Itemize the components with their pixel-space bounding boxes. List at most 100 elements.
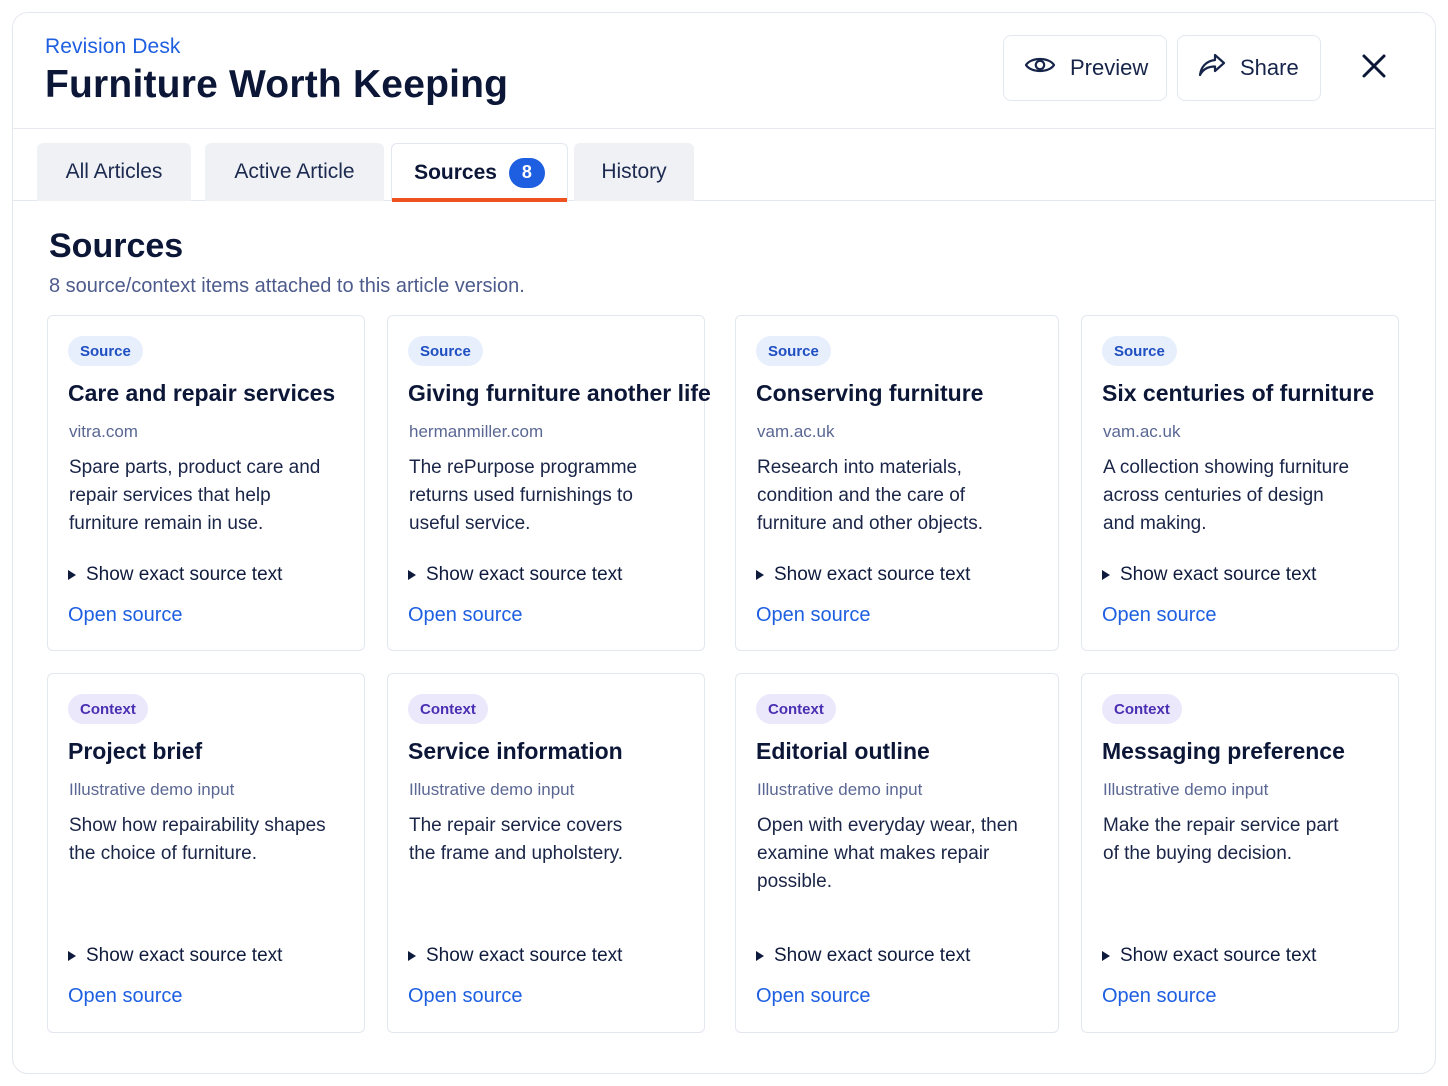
toggle-label: Show exact source text: [426, 945, 623, 966]
card-description: Open with everyday wear, then examine wh…: [757, 812, 1042, 896]
context-card: Context Project brief Illustrative demo …: [47, 673, 365, 1033]
desc-line: condition and the care of: [757, 485, 966, 506]
close-icon: [1361, 53, 1387, 84]
disclosure-triangle-icon: [756, 570, 764, 580]
context-card: Context Editorial outline Illustrative d…: [735, 673, 1059, 1033]
card-description: The rePurpose programme returns used fur…: [409, 454, 688, 538]
share-arrow-icon: [1198, 52, 1226, 84]
desc-line: of the buying decision.: [1103, 843, 1293, 864]
card-domain: vitra.com: [69, 422, 138, 441]
preview-button[interactable]: Preview: [1003, 35, 1167, 101]
card-description: Spare parts, product care and repair ser…: [69, 454, 348, 538]
eye-icon: [1024, 54, 1056, 82]
preview-label: Preview: [1070, 55, 1149, 80]
show-exact-text-toggle[interactable]: Show exact source text: [756, 945, 970, 967]
desc-line: The repair service covers: [409, 815, 623, 836]
card-title: Service information: [408, 738, 623, 764]
desc-line: Research into materials,: [757, 457, 962, 478]
toggle-label: Show exact source text: [774, 945, 971, 966]
card-domain: hermanmiller.com: [409, 422, 544, 441]
section-title: Sources: [49, 227, 184, 265]
disclosure-triangle-icon: [408, 951, 416, 961]
context-type-badge: Context: [756, 694, 836, 724]
source-card: Source Giving furniture another life her…: [387, 315, 711, 651]
card-domain: vam.ac.uk: [1103, 422, 1181, 441]
tab-label: Sources: [414, 160, 497, 184]
tab-active-article[interactable]: Active Article: [205, 143, 384, 201]
close-button[interactable]: [1357, 51, 1391, 85]
tab-all-articles[interactable]: All Articles: [37, 143, 191, 201]
card-title: Editorial outline: [756, 738, 930, 764]
desc-line: examine what makes repair: [757, 843, 990, 864]
tab-label: Active Article: [234, 160, 355, 183]
tab-label: History: [601, 160, 667, 183]
disclosure-triangle-icon: [1102, 570, 1110, 580]
disclosure-triangle-icon: [756, 951, 764, 961]
card-origin: Illustrative demo input: [69, 780, 235, 799]
source-card: Source Six centuries of furniture vam.ac…: [1081, 315, 1399, 651]
open-source-link[interactable]: Open source: [408, 985, 523, 1008]
source-type-badge: Source: [68, 336, 143, 366]
card-origin: Illustrative demo input: [1103, 780, 1269, 799]
show-exact-text-toggle[interactable]: Show exact source text: [68, 945, 282, 967]
desc-line: Spare parts, product care and: [69, 457, 321, 478]
disclosure-triangle-icon: [1102, 951, 1110, 961]
desc-line: Show how repairability shapes: [69, 815, 326, 836]
card-title: Giving furniture another life: [408, 380, 711, 406]
toggle-label: Show exact source text: [1120, 564, 1317, 585]
context-type-badge: Context: [408, 694, 488, 724]
card-title: Project brief: [68, 738, 203, 764]
source-type-badge: Source: [1102, 336, 1177, 366]
desc-line: The rePurpose programme: [409, 457, 638, 478]
toggle-label: Show exact source text: [774, 564, 971, 585]
tab-label: All Articles: [65, 160, 163, 183]
desc-line: A collection showing furniture: [1103, 457, 1350, 478]
toggle-label: Show exact source text: [86, 945, 283, 966]
share-button[interactable]: Share: [1177, 35, 1321, 101]
show-exact-text-toggle[interactable]: Show exact source text: [408, 945, 622, 967]
tab-sources[interactable]: Sources 8: [391, 143, 568, 202]
desc-line: repair services that help: [69, 485, 271, 506]
context-card: Context Service information Illustrative…: [387, 673, 705, 1033]
open-source-link[interactable]: Open source: [756, 604, 871, 627]
open-source-link[interactable]: Open source: [408, 604, 523, 627]
open-source-link[interactable]: Open source: [68, 985, 183, 1008]
toggle-label: Show exact source text: [1120, 945, 1317, 966]
open-source-link[interactable]: Open source: [68, 604, 183, 627]
desc-line: Open with everyday wear, then: [757, 815, 1018, 836]
sources-count-badge: 8: [508, 157, 545, 188]
disclosure-triangle-icon: [68, 951, 76, 961]
open-source-link[interactable]: Open source: [1102, 604, 1217, 627]
desc-line: possible.: [757, 871, 832, 892]
context-card: Context Messaging preference Illustrativ…: [1081, 673, 1399, 1033]
show-exact-text-toggle[interactable]: Show exact source text: [756, 564, 970, 586]
desc-line: Make the repair service part: [1103, 815, 1339, 836]
card-origin: Illustrative demo input: [409, 780, 575, 799]
card-origin: Illustrative demo input: [757, 780, 923, 799]
desc-line: the frame and upholstery.: [409, 843, 624, 864]
tab-bar: All Articles Active Article Sources 8 Hi…: [13, 129, 1435, 202]
source-card: Source Care and repair services vitra.co…: [47, 315, 365, 651]
desc-line: and making.: [1103, 513, 1207, 534]
card-title: Messaging preference: [1102, 738, 1345, 764]
card-title: Conserving furniture: [756, 380, 984, 406]
context-type-badge: Context: [68, 694, 148, 724]
show-exact-text-toggle[interactable]: Show exact source text: [68, 564, 282, 586]
open-source-link[interactable]: Open source: [756, 985, 871, 1008]
sources-panel: Revision Desk Furniture Worth Keeping Pr…: [12, 12, 1436, 1074]
show-exact-text-toggle[interactable]: Show exact source text: [1102, 945, 1316, 967]
section-subtitle: 8 source/context items attached to this …: [49, 275, 525, 297]
card-description: The repair service covers the frame and …: [409, 812, 688, 868]
open-source-link[interactable]: Open source: [1102, 985, 1217, 1008]
card-description: A collection showing furniture across ce…: [1103, 454, 1382, 538]
source-type-badge: Source: [408, 336, 483, 366]
desc-line: the choice of furniture.: [69, 843, 257, 864]
tab-history[interactable]: History: [574, 143, 694, 201]
desc-line: across centuries of design: [1103, 485, 1324, 506]
desc-line: furniture and other objects.: [757, 513, 984, 534]
app-eyebrow: Revision Desk: [45, 35, 181, 58]
source-card: Source Conserving furniture vam.ac.uk Re…: [735, 315, 1059, 651]
source-type-badge: Source: [756, 336, 831, 366]
show-exact-text-toggle[interactable]: Show exact source text: [1102, 564, 1316, 586]
show-exact-text-toggle[interactable]: Show exact source text: [408, 564, 622, 586]
